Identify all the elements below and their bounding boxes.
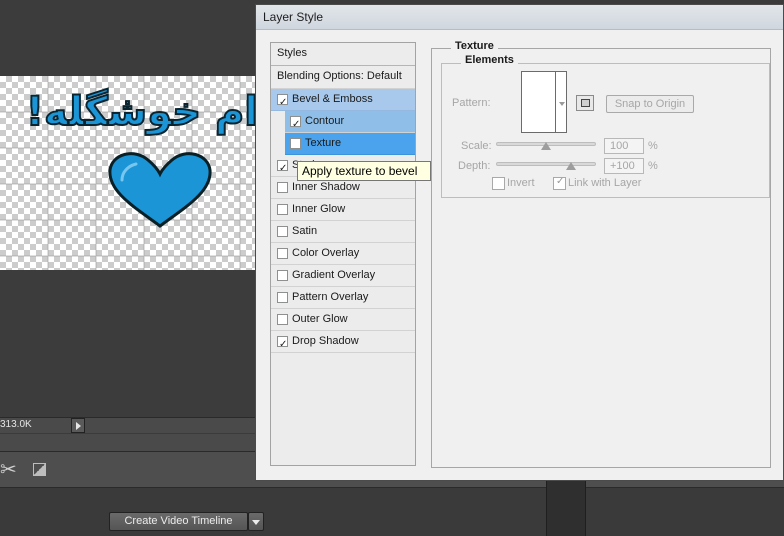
dialog-title[interactable]: Layer Style	[256, 5, 783, 30]
pattern-overlay-checkbox[interactable]	[277, 292, 288, 303]
satin-checkbox[interactable]	[277, 226, 288, 237]
outer-glow-checkbox[interactable]	[277, 314, 288, 325]
tooltip: Apply texture to bevel	[297, 161, 431, 181]
chevron-down-icon[interactable]	[559, 102, 565, 106]
drop-shadow-checkbox[interactable]: ✓	[277, 336, 288, 350]
style-item-gradient-overlay[interactable]: Gradient Overlay	[271, 265, 415, 287]
style-item-inner-glow[interactable]: Inner Glow	[271, 199, 415, 221]
scale-label: Scale:	[461, 140, 492, 152]
style-item-satin[interactable]: Satin	[271, 221, 415, 243]
heart-shape	[108, 152, 212, 228]
depth-slider-handle[interactable]	[566, 162, 576, 170]
gradient-overlay-checkbox[interactable]	[277, 270, 288, 281]
scale-unit: %	[648, 140, 658, 152]
style-item-outer-glow[interactable]: Outer Glow	[271, 309, 415, 331]
scale-input[interactable]: 100	[604, 138, 644, 154]
inner-shadow-checkbox[interactable]	[277, 182, 288, 193]
canvas-text-layer: ام خوشگله!	[25, 88, 258, 136]
check-icon: ✓	[279, 163, 288, 174]
status-bar: 313.0K	[0, 417, 270, 433]
inner-glow-checkbox[interactable]	[277, 204, 288, 215]
style-item-color-overlay[interactable]: Color Overlay	[271, 243, 415, 265]
texture-group-title: Texture	[451, 40, 498, 52]
timeline-options-dropdown[interactable]	[248, 512, 264, 531]
style-item-label: Color Overlay	[292, 247, 360, 259]
styles-list: Styles Blending Options: Default ✓ Bevel…	[270, 42, 416, 466]
link-with-layer-checkbox[interactable]: ✓	[553, 176, 566, 190]
document-size-text: 313.0K	[0, 419, 32, 430]
style-item-label: Outer Glow	[292, 313, 348, 325]
style-item-pattern-overlay[interactable]: Pattern Overlay	[271, 287, 415, 309]
status-menu-arrow-icon[interactable]	[71, 418, 85, 433]
invert-checkbox[interactable]	[492, 177, 505, 190]
check-icon: ✓	[279, 97, 288, 108]
style-item-texture[interactable]: Texture	[285, 133, 415, 155]
style-item-label: Satin	[292, 225, 318, 237]
style-item-label: Bevel & Emboss	[292, 93, 373, 105]
depth-label: Depth:	[458, 160, 491, 172]
link-with-layer-label: Link with Layer	[568, 177, 642, 189]
style-item-label: Gradient Overlay	[292, 269, 376, 281]
pattern-label: Pattern:	[452, 97, 491, 109]
scale-slider-handle[interactable]	[541, 142, 551, 150]
style-item-label: Texture	[305, 137, 342, 149]
style-item-bevel-emboss[interactable]: ✓ Bevel & Emboss	[271, 89, 415, 111]
contour-checkbox[interactable]: ✓	[290, 116, 301, 130]
bevel-emboss-checkbox[interactable]: ✓	[277, 94, 288, 108]
style-item-label: Contour	[305, 115, 345, 127]
invert-label: Invert	[507, 177, 535, 189]
transition-icon[interactable]	[33, 463, 46, 476]
style-item-contour[interactable]: ✓ Contour	[285, 111, 415, 133]
elements-group-title: Elements	[461, 54, 518, 66]
depth-slider[interactable]	[496, 162, 596, 166]
snap-to-origin-button[interactable]: Snap to Origin	[606, 95, 694, 113]
scissors-icon[interactable]: ✂	[0, 457, 17, 482]
new-preset-icon[interactable]	[576, 95, 594, 111]
texture-checkbox[interactable]	[290, 138, 301, 149]
check-icon: ✓	[292, 119, 301, 130]
style-item-label: Pattern Overlay	[292, 291, 369, 303]
panel-divider	[546, 480, 586, 536]
depth-unit: %	[648, 160, 658, 172]
style-item-label: Drop Shadow	[292, 335, 359, 347]
create-video-timeline-button[interactable]: Create Video Timeline	[109, 512, 248, 531]
color-overlay-checkbox[interactable]	[277, 248, 288, 259]
layer-style-dialog: Layer Style Styles Blending Options: Def…	[255, 4, 784, 481]
depth-input[interactable]: +100	[604, 158, 644, 174]
check-icon: ✓	[556, 176, 565, 187]
styles-header[interactable]: Styles	[271, 43, 415, 66]
blending-options-item[interactable]: Blending Options: Default	[271, 66, 415, 89]
stroke-checkbox[interactable]: ✓	[277, 160, 288, 174]
style-item-label: Inner Glow	[292, 203, 346, 215]
check-icon: ✓	[279, 339, 288, 350]
style-item-drop-shadow[interactable]: ✓ Drop Shadow	[271, 331, 415, 353]
